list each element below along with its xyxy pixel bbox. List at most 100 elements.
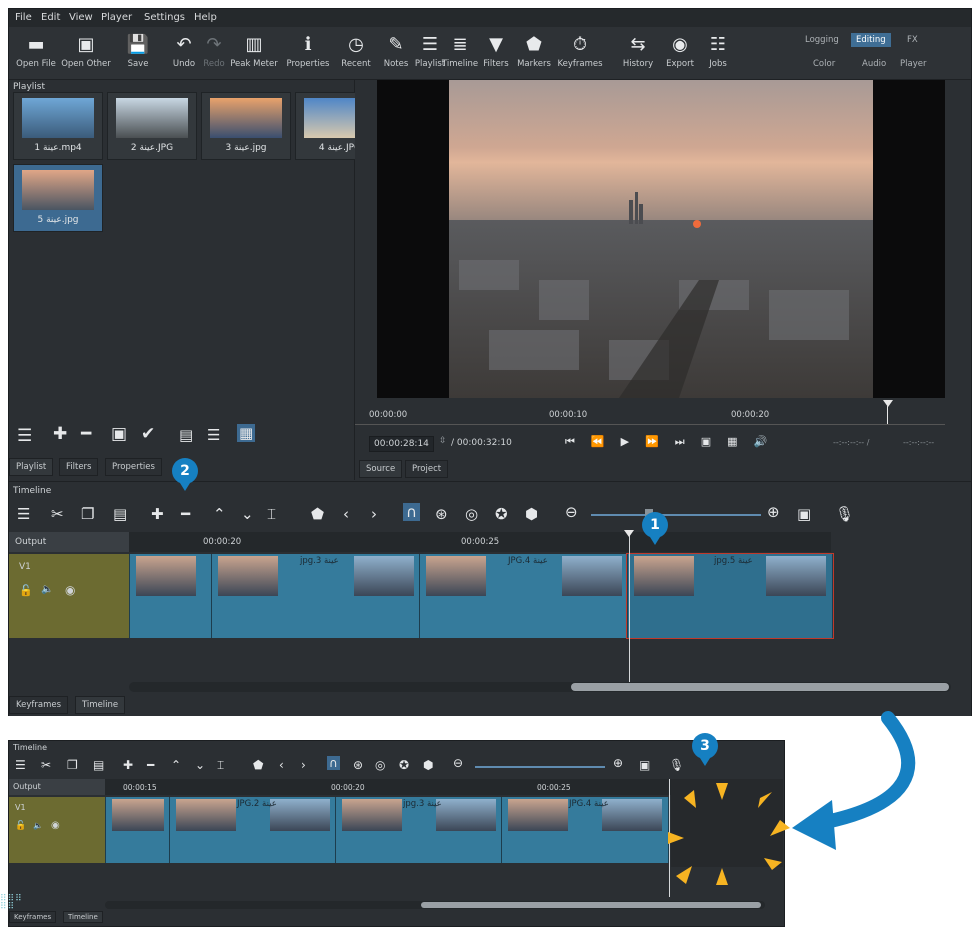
menu-edit[interactable]: Edit [41, 12, 60, 23]
tab-timeline[interactable]: Timeline [75, 696, 126, 714]
zoom-in-icon[interactable]: ⊕ [767, 503, 780, 521]
scrollbar-thumb[interactable] [421, 902, 761, 908]
workspace-editing[interactable]: Editing [851, 33, 891, 47]
paste-icon[interactable]: ▤ [113, 505, 127, 523]
next-marker-icon[interactable]: › [301, 758, 306, 772]
zoom-slider[interactable] [591, 514, 761, 516]
workspace-color[interactable]: Color [813, 59, 835, 69]
zoom-out-icon[interactable]: ⊖ [565, 503, 578, 521]
previous-marker-icon[interactable]: ‹ [343, 505, 349, 523]
marker-icon[interactable]: ⬟ [253, 758, 263, 772]
append-icon[interactable]: ✚ [151, 505, 164, 523]
toolbar-open-other-button[interactable]: ▣ Open Other [61, 31, 111, 69]
tab-properties[interactable]: Properties [105, 458, 162, 476]
horizontal-scrollbar[interactable] [129, 682, 951, 692]
playlist-item[interactable]: 2 عينة.JPG [107, 92, 197, 160]
workspace-audio[interactable]: Audio [862, 59, 886, 69]
visibility-icon[interactable]: ◉ [51, 820, 60, 831]
zoom-slider[interactable] [475, 766, 605, 768]
previous-marker-icon[interactable]: ‹ [279, 758, 284, 772]
toolbar-markers-button[interactable]: ⬟ Markers [509, 31, 559, 69]
menu-file[interactable]: File [15, 12, 32, 23]
ripple-icon[interactable]: ◎ [375, 758, 385, 772]
timecode-field[interactable]: 00:00:28:14 [369, 436, 434, 452]
ripple-delete-icon[interactable]: ━ [147, 758, 154, 772]
details-view-icon[interactable]: ▤ [179, 426, 193, 444]
scrub-icon[interactable]: ⊛ [435, 505, 448, 523]
copy-icon[interactable]: ❐ [67, 758, 78, 772]
timecode-spinner-icon[interactable]: ⇳ [439, 436, 447, 446]
ripple-markers-icon[interactable]: ⬢ [423, 758, 433, 772]
toolbar-keyframes-button[interactable]: ⏱ Keyframes [555, 31, 605, 69]
track-header-v1[interactable]: V1 🔓 🔈 ◉ [9, 554, 129, 638]
ripple-all-icon[interactable]: ✪ [495, 505, 508, 523]
tab-project[interactable]: Project [405, 460, 449, 478]
rewind-icon[interactable]: ⏪ [591, 435, 621, 448]
timeline-clip[interactable]: JPG.4 عينة [419, 554, 629, 638]
menu-help[interactable]: Help [194, 12, 217, 23]
toolbar-peak-meter-button[interactable]: ▥ Peak Meter [229, 31, 279, 69]
zoom-icon[interactable]: ▣ [701, 435, 727, 448]
horizontal-scrollbar[interactable] [105, 901, 765, 909]
menu-player[interactable]: Player [101, 12, 132, 23]
snap-icon[interactable]: ∩ [403, 503, 420, 521]
cut-icon[interactable]: ✂ [51, 505, 64, 523]
toolbar-jobs-button[interactable]: ☷ Jobs [693, 31, 743, 69]
marker-icon[interactable]: ⬟ [311, 505, 324, 523]
visibility-icon[interactable]: ◉ [65, 583, 75, 597]
split-icon[interactable]: ⌶ [217, 758, 224, 773]
overwrite-icon[interactable]: ⌄ [241, 505, 254, 523]
snap-icon[interactable]: ∩ [327, 756, 340, 770]
timeline-clip[interactable]: JPG.2 عينة [169, 797, 337, 863]
toolbar-save-button[interactable]: 💾 Save [113, 31, 163, 69]
track-header-v1[interactable]: V1 🔓 🔈 ◉ [9, 797, 105, 863]
mute-icon[interactable]: 🔈 [41, 584, 53, 595]
add-icon[interactable]: ✚ [53, 424, 67, 444]
split-icon[interactable]: ⌶ [267, 505, 276, 523]
timeline-clip[interactable] [105, 797, 171, 863]
toolbar-properties-button[interactable]: ℹ Properties [283, 31, 333, 69]
playlist-menu-icon[interactable]: ☰ [17, 426, 32, 446]
mute-icon[interactable]: 🔈 [33, 821, 43, 830]
overwrite-icon[interactable]: ⌄ [195, 758, 205, 772]
playlist-item[interactable]: 1 عينة.mp4 [13, 92, 103, 160]
timeline-menu-icon[interactable]: ☰ [17, 505, 30, 523]
lock-icon[interactable]: 🔓 [19, 584, 33, 597]
record-audio-icon[interactable]: 🎙 [669, 758, 684, 772]
lift-icon[interactable]: ⌃ [171, 758, 181, 772]
timeline-clip[interactable]: jpg.5 عينة [626, 553, 834, 639]
next-marker-icon[interactable]: › [371, 505, 377, 523]
timeline-menu-icon[interactable]: ☰ [15, 758, 26, 772]
workspace-player[interactable]: Player [900, 59, 926, 69]
zoom-fit-icon[interactable]: ▣ [639, 758, 650, 772]
tab-keyframes[interactable]: Keyframes [9, 696, 69, 714]
lift-icon[interactable]: ⌃ [213, 505, 226, 523]
workspace-fx[interactable]: FX [907, 35, 918, 45]
ripple-all-icon[interactable]: ✪ [399, 758, 409, 772]
remove-icon[interactable]: ━ [81, 424, 91, 444]
play-icon[interactable]: ▶ [621, 435, 645, 448]
skip-previous-icon[interactable]: ⏮ [565, 435, 591, 448]
playlist-item[interactable]: 3 عينة.jpg [201, 92, 291, 160]
scrub-icon[interactable]: ⊛ [353, 758, 363, 772]
cut-icon[interactable]: ✂ [41, 758, 51, 772]
ripple-delete-icon[interactable]: ━ [181, 505, 190, 523]
playhead-marker[interactable] [883, 400, 893, 407]
timeline-playhead[interactable] [629, 532, 630, 682]
list-view-icon[interactable]: ☰ [207, 426, 220, 444]
timeline-playhead-marker[interactable] [624, 530, 634, 537]
timeline-clip[interactable]: JPG.4 عينة [501, 797, 669, 863]
zoom-out-icon[interactable]: ⊖ [453, 756, 463, 770]
workspace-logging[interactable]: Logging [805, 35, 839, 45]
tab-source[interactable]: Source [359, 460, 403, 478]
zoom-fit-icon[interactable]: ▣ [797, 505, 811, 523]
toolbar-open-file-button[interactable]: ▬ Open File [11, 31, 61, 69]
timeline-clip[interactable] [129, 554, 213, 638]
timeline-clip[interactable]: jpg.3 عينة [211, 554, 421, 638]
check-icon[interactable]: ✔ [141, 424, 155, 444]
record-audio-icon[interactable]: 🎙 [835, 505, 854, 523]
tab-playlist[interactable]: Playlist [9, 458, 54, 476]
playlist-item[interactable]: 5 عينة.jpg [13, 164, 103, 232]
copy-icon[interactable]: ❐ [81, 505, 94, 523]
timeline-playhead[interactable] [669, 779, 670, 897]
